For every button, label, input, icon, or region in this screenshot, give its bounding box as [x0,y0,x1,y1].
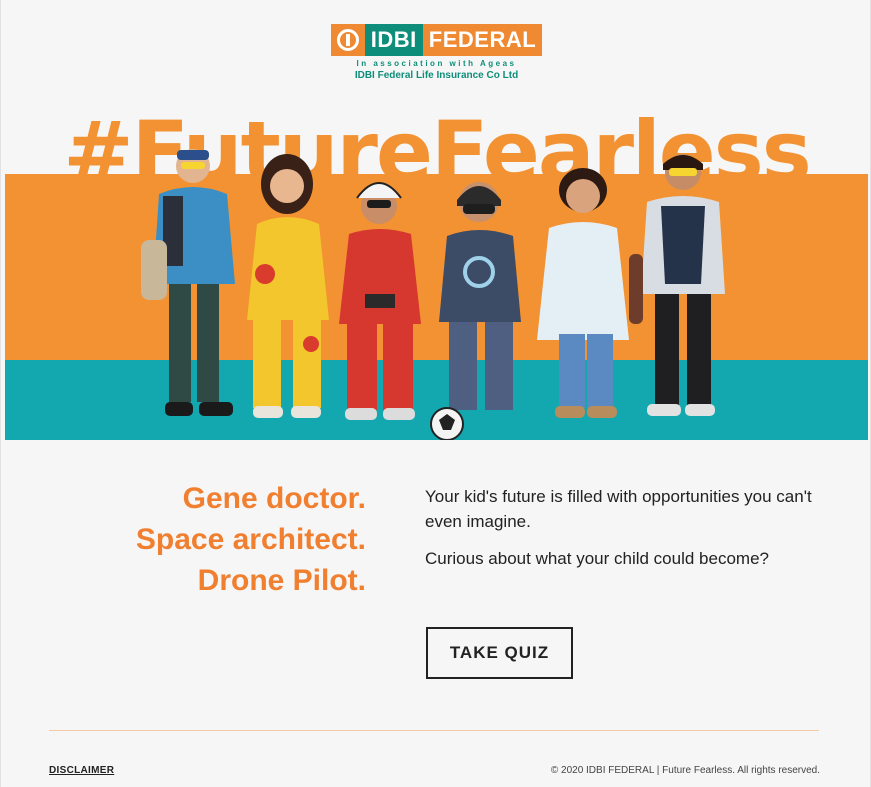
kid-figure-6 [629,154,725,416]
logo-federal-text: FEDERAL [422,24,543,56]
brand-logo[interactable]: IDBI FEDERAL In association with Ageas I… [1,24,871,81]
copyright-text: © 2020 IDBI FEDERAL | Future Fearless. A… [550,765,820,776]
kid-figure-1 [141,149,235,416]
footer-divider [49,730,819,731]
kid-figure-4 [430,182,521,440]
kid-figure-5 [537,168,629,418]
headline-line-2: Space architect. [135,523,366,556]
kid-figure-2 [247,154,329,418]
body-paragraph-1: Your kid's future is filled with opportu… [425,487,812,531]
logo-idbi-text: IDBI [364,24,423,56]
body-copy: Your kid's future is filled with opportu… [425,484,845,571]
logo-mark-group: IDBI FEDERAL [330,24,543,56]
email-page: IDBI FEDERAL In association with Ageas I… [0,0,871,787]
logo-company-name: IDBI Federal Life Insurance Co Ltd [354,70,519,81]
kid-figure-3 [339,182,421,420]
take-quiz-button[interactable]: TAKE QUIZ [426,627,573,679]
idbi-logo-icon [330,24,365,56]
headline-careers: Gene doctor. Space architect. Drone Pilo… [61,478,366,601]
headline-line-3: Drone Pilot. [197,564,366,597]
body-paragraph-2: Curious about what your child could beco… [425,549,769,568]
logo-association-text: In association with Ageas [356,59,517,68]
headline-line-1: Gene doctor. [182,482,366,515]
hero-banner[interactable]: #FutureFearless [5,108,868,440]
kids-illustration [141,149,725,440]
disclaimer-link[interactable]: DISCLAIMER [49,765,114,776]
